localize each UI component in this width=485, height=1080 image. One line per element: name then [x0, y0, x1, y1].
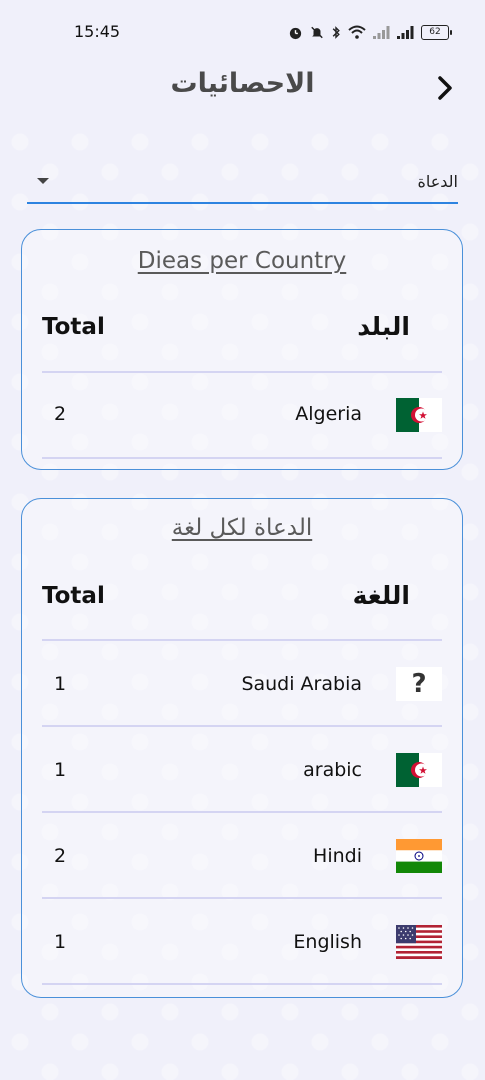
- country-stats-card: Dieas per Country Total البلد 2 Algeria: [21, 229, 463, 470]
- dropdown-selected-value: الدعاة: [417, 172, 458, 191]
- row-total: 1: [54, 931, 67, 953]
- status-bar: 15:45 62: [0, 0, 485, 62]
- usa-flag-icon: [396, 925, 442, 959]
- algeria-flag-icon: [396, 753, 442, 787]
- wifi-icon: [348, 25, 366, 39]
- signal-icon: [397, 25, 414, 39]
- divider: [42, 897, 442, 899]
- divider: [42, 725, 442, 727]
- row-total: 2: [54, 403, 67, 425]
- status-time: 15:45: [74, 22, 121, 41]
- column-header-country: البلد: [357, 312, 410, 341]
- divider: [42, 371, 442, 373]
- divider: [42, 639, 442, 641]
- signal-icon: [373, 25, 390, 39]
- caret-down-icon: [37, 178, 49, 184]
- row-name: Saudi Arabia: [241, 673, 362, 695]
- status-icons: 62: [288, 22, 452, 42]
- row-name: arabic: [303, 759, 362, 781]
- divider: [42, 811, 442, 813]
- column-header-total: Total: [42, 314, 105, 340]
- card-title: الدعاة لكل لغة: [171, 515, 313, 541]
- language-stats-card: الدعاة لكل لغة Total اللغة 1 Saudi Arabi…: [21, 498, 463, 998]
- row-total: 2: [54, 845, 67, 867]
- column-header-total: Total: [42, 583, 105, 609]
- app-bar: الاحصائيات: [0, 62, 485, 114]
- row-name: Algeria: [295, 403, 362, 425]
- row-name: Hindi: [313, 845, 362, 867]
- chevron-right-icon[interactable]: [431, 74, 459, 102]
- page-title: الاحصائيات: [170, 68, 315, 99]
- row-total: 1: [54, 759, 67, 781]
- divider: [42, 457, 442, 459]
- row-total: 1: [54, 673, 67, 695]
- column-header-language: اللغة: [352, 581, 410, 610]
- divider: [42, 983, 442, 985]
- unknown-flag-icon: ?: [396, 667, 442, 701]
- india-flag-icon: [396, 839, 442, 873]
- type-dropdown[interactable]: الدعاة: [27, 164, 458, 204]
- card-title: Dieas per Country: [137, 248, 347, 274]
- row-name: English: [293, 931, 362, 953]
- algeria-flag-icon: [396, 398, 442, 432]
- bluetooth-icon: [332, 25, 340, 39]
- battery-icon: 62: [421, 24, 452, 40]
- alarm-icon: [289, 27, 302, 39]
- mute-icon: [311, 26, 323, 38]
